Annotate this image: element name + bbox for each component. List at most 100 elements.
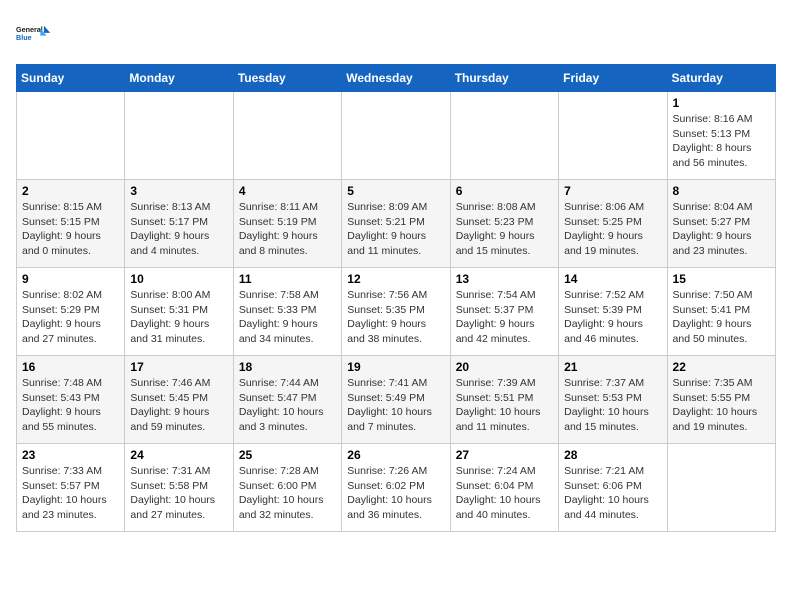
calendar-cell [450, 92, 558, 180]
day-number: 26 [347, 448, 444, 462]
calendar-cell [559, 92, 667, 180]
day-header-tuesday: Tuesday [233, 65, 341, 92]
day-number: 4 [239, 184, 336, 198]
day-info: Sunrise: 8:09 AM Sunset: 5:21 PM Dayligh… [347, 200, 444, 259]
calendar-table: SundayMondayTuesdayWednesdayThursdayFrid… [16, 64, 776, 532]
calendar-cell: 20 Sunrise: 7:39 AM Sunset: 5:51 PM Dayli… [450, 356, 558, 444]
page-header: GeneralBlue [16, 16, 776, 52]
day-number: 9 [22, 272, 119, 286]
calendar-cell: 27 Sunrise: 7:24 AM Sunset: 6:04 PM Dayli… [450, 444, 558, 532]
calendar-cell: 28 Sunrise: 7:21 AM Sunset: 6:06 PM Dayli… [559, 444, 667, 532]
calendar-cell: 15 Sunrise: 7:50 AM Sunset: 5:41 PM Dayli… [667, 268, 775, 356]
day-number: 12 [347, 272, 444, 286]
day-info: Sunrise: 7:50 AM Sunset: 5:41 PM Dayligh… [673, 288, 770, 347]
calendar-cell: 17 Sunrise: 7:46 AM Sunset: 5:45 PM Dayli… [125, 356, 233, 444]
calendar-cell: 13 Sunrise: 7:54 AM Sunset: 5:37 PM Dayli… [450, 268, 558, 356]
logo: GeneralBlue [16, 16, 52, 52]
calendar-cell: 4 Sunrise: 8:11 AM Sunset: 5:19 PM Daylig… [233, 180, 341, 268]
day-number: 28 [564, 448, 661, 462]
day-header-thursday: Thursday [450, 65, 558, 92]
calendar-cell: 2Sunrise: 8:15 AM Sunset: 5:15 PM Daylig… [17, 180, 125, 268]
calendar-cell: 24 Sunrise: 7:31 AM Sunset: 5:58 PM Dayli… [125, 444, 233, 532]
calendar-cell: 14 Sunrise: 7:52 AM Sunset: 5:39 PM Dayli… [559, 268, 667, 356]
day-info: Sunrise: 7:21 AM Sunset: 6:06 PM Dayligh… [564, 464, 661, 523]
calendar-week-5: 23 Sunrise: 7:33 AM Sunset: 5:57 PM Dayli… [17, 444, 776, 532]
calendar-cell: 9 Sunrise: 8:02 AM Sunset: 5:29 PM Daylig… [17, 268, 125, 356]
day-info: Sunrise: 7:52 AM Sunset: 5:39 PM Dayligh… [564, 288, 661, 347]
calendar-cell: 3 Sunrise: 8:13 AM Sunset: 5:17 PM Daylig… [125, 180, 233, 268]
day-info: Sunrise: 8:04 AM Sunset: 5:27 PM Dayligh… [673, 200, 770, 259]
day-number: 24 [130, 448, 227, 462]
day-number: 6 [456, 184, 553, 198]
day-info: Sunrise: 7:37 AM Sunset: 5:53 PM Dayligh… [564, 376, 661, 435]
day-info: Sunrise: 8:08 AM Sunset: 5:23 PM Dayligh… [456, 200, 553, 259]
day-number: 25 [239, 448, 336, 462]
calendar-cell [125, 92, 233, 180]
calendar-cell [342, 92, 450, 180]
calendar-week-4: 16 Sunrise: 7:48 AM Sunset: 5:43 PM Dayli… [17, 356, 776, 444]
day-info: Sunrise: 7:41 AM Sunset: 5:49 PM Dayligh… [347, 376, 444, 435]
svg-text:General: General [16, 25, 43, 34]
calendar-cell: 1Sunrise: 8:16 AM Sunset: 5:13 PM Daylig… [667, 92, 775, 180]
day-number: 21 [564, 360, 661, 374]
day-header-wednesday: Wednesday [342, 65, 450, 92]
day-number: 22 [673, 360, 770, 374]
day-number: 18 [239, 360, 336, 374]
day-info: Sunrise: 7:39 AM Sunset: 5:51 PM Dayligh… [456, 376, 553, 435]
day-info: Sunrise: 8:13 AM Sunset: 5:17 PM Dayligh… [130, 200, 227, 259]
svg-text:Blue: Blue [16, 33, 32, 42]
calendar-cell: 6 Sunrise: 8:08 AM Sunset: 5:23 PM Daylig… [450, 180, 558, 268]
day-info: Sunrise: 8:00 AM Sunset: 5:31 PM Dayligh… [130, 288, 227, 347]
day-info: Sunrise: 8:15 AM Sunset: 5:15 PM Dayligh… [22, 200, 119, 259]
calendar-cell: 22 Sunrise: 7:35 AM Sunset: 5:55 PM Dayli… [667, 356, 775, 444]
day-info: Sunrise: 8:11 AM Sunset: 5:19 PM Dayligh… [239, 200, 336, 259]
day-number: 8 [673, 184, 770, 198]
logo-icon: GeneralBlue [16, 16, 52, 52]
day-number: 27 [456, 448, 553, 462]
day-number: 11 [239, 272, 336, 286]
calendar-cell: 12 Sunrise: 7:56 AM Sunset: 5:35 PM Dayli… [342, 268, 450, 356]
calendar-cell: 25 Sunrise: 7:28 AM Sunset: 6:00 PM Dayli… [233, 444, 341, 532]
day-info: Sunrise: 7:35 AM Sunset: 5:55 PM Dayligh… [673, 376, 770, 435]
day-info: Sunrise: 7:26 AM Sunset: 6:02 PM Dayligh… [347, 464, 444, 523]
day-info: Sunrise: 8:06 AM Sunset: 5:25 PM Dayligh… [564, 200, 661, 259]
day-number: 20 [456, 360, 553, 374]
calendar-week-3: 9 Sunrise: 8:02 AM Sunset: 5:29 PM Daylig… [17, 268, 776, 356]
calendar-cell: 19 Sunrise: 7:41 AM Sunset: 5:49 PM Dayli… [342, 356, 450, 444]
day-number: 13 [456, 272, 553, 286]
calendar-cell: 18 Sunrise: 7:44 AM Sunset: 5:47 PM Dayli… [233, 356, 341, 444]
day-info: Sunrise: 7:33 AM Sunset: 5:57 PM Dayligh… [22, 464, 119, 523]
day-number: 5 [347, 184, 444, 198]
calendar-cell [17, 92, 125, 180]
calendar-cell [233, 92, 341, 180]
calendar-header-row: SundayMondayTuesdayWednesdayThursdayFrid… [17, 65, 776, 92]
day-info: Sunrise: 7:24 AM Sunset: 6:04 PM Dayligh… [456, 464, 553, 523]
day-number: 14 [564, 272, 661, 286]
day-info: Sunrise: 7:56 AM Sunset: 5:35 PM Dayligh… [347, 288, 444, 347]
calendar-cell: 8 Sunrise: 8:04 AM Sunset: 5:27 PM Daylig… [667, 180, 775, 268]
day-number: 15 [673, 272, 770, 286]
day-number: 17 [130, 360, 227, 374]
day-number: 19 [347, 360, 444, 374]
calendar-week-2: 2Sunrise: 8:15 AM Sunset: 5:15 PM Daylig… [17, 180, 776, 268]
day-info: Sunrise: 7:31 AM Sunset: 5:58 PM Dayligh… [130, 464, 227, 523]
calendar-cell: 5 Sunrise: 8:09 AM Sunset: 5:21 PM Daylig… [342, 180, 450, 268]
day-info: Sunrise: 7:46 AM Sunset: 5:45 PM Dayligh… [130, 376, 227, 435]
day-info: Sunrise: 7:54 AM Sunset: 5:37 PM Dayligh… [456, 288, 553, 347]
day-number: 3 [130, 184, 227, 198]
day-number: 7 [564, 184, 661, 198]
day-info: Sunrise: 7:48 AM Sunset: 5:43 PM Dayligh… [22, 376, 119, 435]
calendar-cell: 16 Sunrise: 7:48 AM Sunset: 5:43 PM Dayli… [17, 356, 125, 444]
day-info: Sunrise: 7:44 AM Sunset: 5:47 PM Dayligh… [239, 376, 336, 435]
day-info: Sunrise: 8:16 AM Sunset: 5:13 PM Dayligh… [673, 112, 770, 171]
day-info: Sunrise: 7:58 AM Sunset: 5:33 PM Dayligh… [239, 288, 336, 347]
calendar-cell: 11 Sunrise: 7:58 AM Sunset: 5:33 PM Dayli… [233, 268, 341, 356]
day-info: Sunrise: 7:28 AM Sunset: 6:00 PM Dayligh… [239, 464, 336, 523]
day-number: 23 [22, 448, 119, 462]
day-number: 16 [22, 360, 119, 374]
day-info: Sunrise: 8:02 AM Sunset: 5:29 PM Dayligh… [22, 288, 119, 347]
calendar-cell [667, 444, 775, 532]
day-number: 10 [130, 272, 227, 286]
calendar-cell: 21 Sunrise: 7:37 AM Sunset: 5:53 PM Dayli… [559, 356, 667, 444]
calendar-week-1: 1Sunrise: 8:16 AM Sunset: 5:13 PM Daylig… [17, 92, 776, 180]
